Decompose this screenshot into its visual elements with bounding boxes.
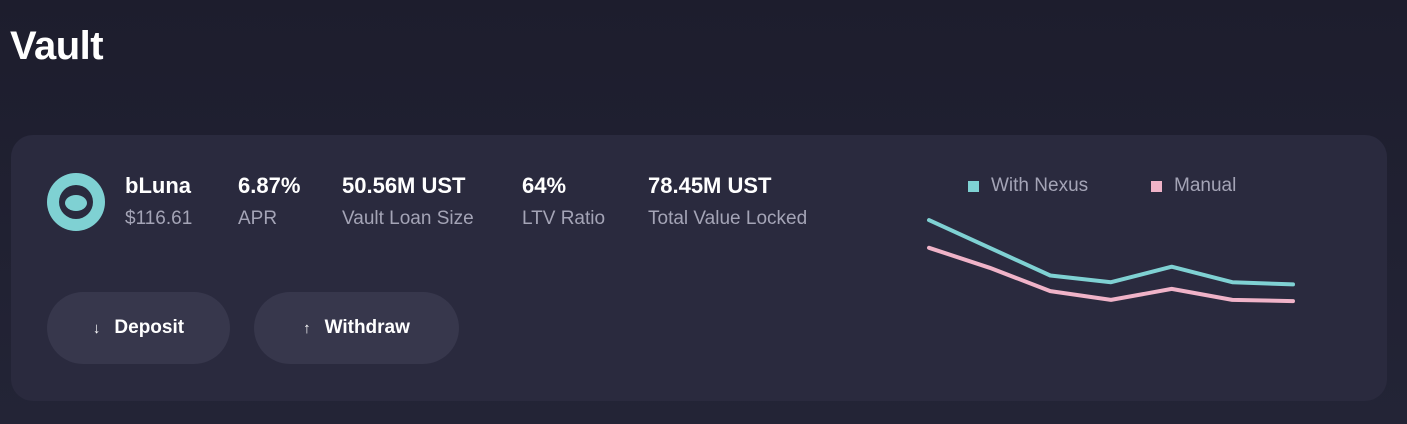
arrow-up-icon: ↑ — [303, 319, 311, 337]
vault-card: bLuna $116.61 6.87% APR 50.56M UST Vault… — [11, 135, 1387, 401]
legend-label-with-nexus: With Nexus — [991, 175, 1089, 196]
stat-apr-label: APR — [238, 208, 278, 229]
stat-ltv-ratio-value: 64% — [522, 173, 567, 198]
stat-vault-loan-size-label: Vault Loan Size — [342, 208, 474, 229]
deposit-button-label: Deposit — [114, 317, 185, 338]
series-line-with-nexus — [927, 218, 1295, 287]
luna-token-icon — [47, 173, 105, 231]
stat-ltv-ratio: 64% LTV Ratio — [522, 173, 605, 230]
apr-comparison-chart — [927, 218, 1295, 304]
stat-total-value-locked: 78.45M UST Total Value Locked — [648, 173, 807, 230]
token-info: bLuna $116.61 — [125, 173, 192, 230]
legend-swatch-with-nexus — [968, 180, 979, 192]
stat-total-value-locked-label: Total Value Locked — [648, 208, 808, 229]
page-title: Vault — [10, 24, 104, 68]
token-price: $116.61 — [125, 208, 193, 229]
withdraw-button[interactable]: ↑ Withdraw — [254, 292, 459, 364]
deposit-button[interactable]: ↓ Deposit — [47, 292, 230, 364]
series-line-manual — [927, 245, 1295, 304]
token-name: bLuna — [125, 173, 191, 198]
arrow-down-icon: ↓ — [92, 319, 101, 337]
stat-apr: 6.87% APR — [238, 173, 300, 230]
stat-vault-loan-size: 50.56M UST Vault Loan Size — [342, 173, 474, 230]
legend-item-with-nexus: With Nexus — [968, 175, 1088, 197]
withdraw-button-label: Withdraw — [324, 317, 410, 338]
legend-item-manual: Manual — [1151, 175, 1236, 197]
stat-total-value-locked-value: 78.45M UST — [648, 173, 772, 198]
stat-ltv-ratio-label: LTV Ratio — [522, 208, 606, 229]
legend-swatch-manual — [1151, 180, 1162, 192]
legend-label-manual: Manual — [1174, 175, 1237, 196]
stat-vault-loan-size-value: 50.56M UST — [342, 173, 466, 198]
stat-apr-value: 6.87% — [238, 173, 301, 198]
